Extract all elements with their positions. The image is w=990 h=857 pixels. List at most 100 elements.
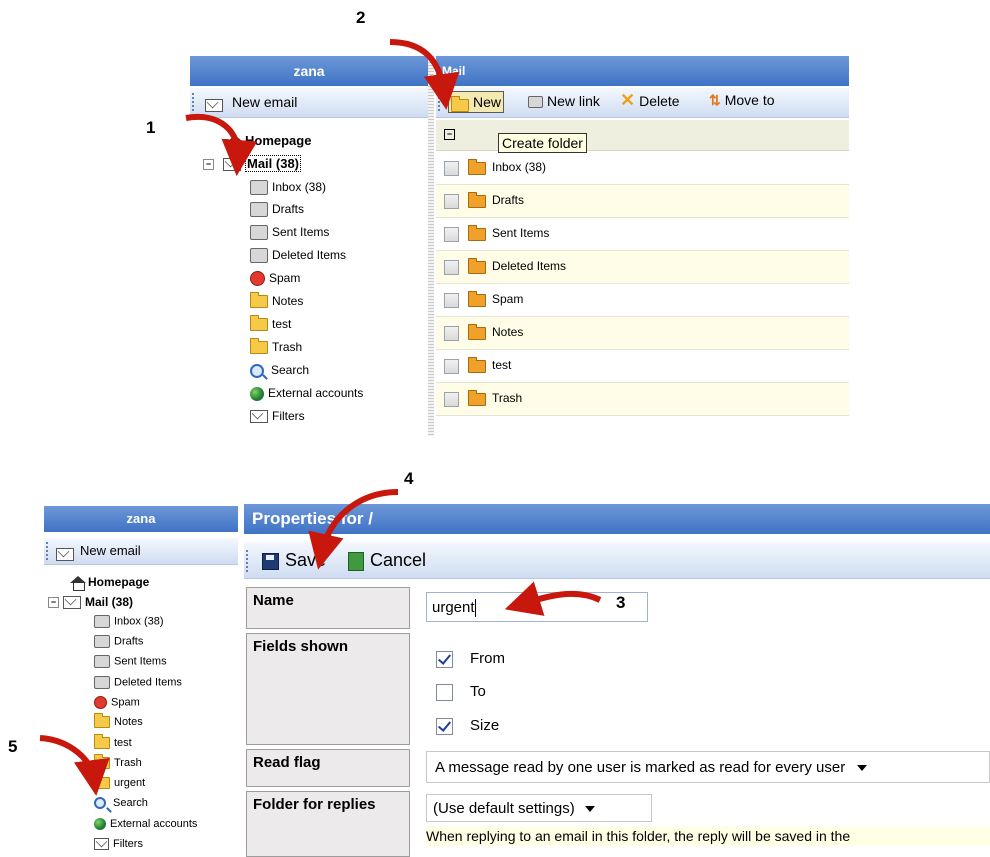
tree-item[interactable]: Deleted Items (250, 248, 346, 264)
folder-row[interactable]: Spam (436, 284, 849, 317)
tree-item[interactable]: Drafts (250, 202, 304, 218)
tree-item[interactable]: External accounts (250, 386, 363, 401)
fields-shown-label: Fields shown (246, 633, 410, 745)
tree-label: Inbox (38) (114, 615, 164, 628)
name-input[interactable]: urgent (426, 592, 648, 622)
tree-label: urgent (114, 777, 146, 789)
row-checkbox[interactable] (444, 161, 459, 176)
collapse-icon[interactable]: − (203, 159, 214, 171)
tree-item[interactable]: External accounts (94, 818, 197, 831)
filters-icon (94, 838, 109, 851)
folder-name[interactable]: Spam (492, 292, 523, 306)
delete-button[interactable]: ✕ Delete (620, 91, 680, 109)
folder-row[interactable]: test (436, 350, 849, 383)
collapse-icon[interactable]: − (48, 597, 59, 609)
checkbox-to[interactable] (436, 683, 453, 701)
folder-name[interactable]: Inbox (38) (492, 160, 546, 174)
new-folder-button[interactable]: New (448, 91, 505, 113)
tree-mail[interactable]: − Mail (38) (48, 595, 134, 610)
splitter[interactable] (428, 56, 434, 436)
replies-hint-text: When replying to an email in this folder… (426, 828, 851, 844)
annotation-2: 2 (356, 8, 366, 27)
row-checkbox[interactable] (444, 392, 459, 407)
folder-row[interactable]: Notes (436, 317, 849, 350)
folder-name[interactable]: Drafts (492, 193, 524, 207)
tree-item[interactable]: Spam (250, 271, 300, 287)
tree-homepage[interactable]: Homepage (70, 575, 149, 591)
tree-item[interactable]: Sent Items (94, 655, 167, 668)
tree-item[interactable]: Search (250, 363, 309, 378)
row-checkbox[interactable] (444, 326, 459, 341)
tree-item[interactable]: Drafts (94, 635, 143, 648)
tree-item[interactable]: Notes (94, 713, 143, 729)
search-icon (94, 797, 106, 810)
tree-mail[interactable]: − Mail (38) (203, 155, 302, 172)
folder-name[interactable]: Trash (492, 391, 522, 405)
read-flag-select[interactable]: A message read by one user is marked as … (426, 751, 990, 783)
folder-name[interactable]: test (492, 358, 511, 372)
save-button[interactable]: Save (262, 550, 326, 571)
tree-mail-label: Mail (38) (85, 595, 134, 609)
tree-item[interactable]: Trash (250, 338, 302, 355)
tree-item[interactable]: Filters (250, 409, 305, 424)
folder-row[interactable]: Inbox (38) (436, 152, 849, 185)
field-to[interactable]: To (436, 683, 486, 701)
row-checkbox[interactable] (444, 260, 459, 275)
sent-items-icon (94, 655, 110, 668)
tree-item[interactable]: test (250, 315, 291, 332)
exit-door-icon (348, 551, 364, 571)
folder-row[interactable]: Drafts (436, 185, 849, 218)
fields-shown-text: Fields shown (253, 638, 349, 655)
folder-icon (468, 324, 486, 340)
spam-icon (94, 696, 107, 709)
field-label: From (470, 650, 505, 667)
tree-item[interactable]: Deleted Items (94, 676, 182, 689)
new-link-label: New link (547, 93, 600, 109)
new-email-button[interactable]: New email (44, 538, 238, 565)
link-icon (528, 96, 543, 109)
replies-select[interactable]: (Use default settings) (426, 794, 652, 822)
tree-item[interactable]: Inbox (38) (94, 615, 164, 628)
tree-item[interactable]: Filters (94, 838, 143, 851)
new-email-icon (56, 548, 74, 562)
select-all-toggle[interactable]: − (444, 129, 455, 140)
tree-item[interactable]: Notes (250, 292, 303, 309)
tree-item-urgent[interactable]: urgent (94, 774, 146, 790)
field-size[interactable]: Size (436, 717, 499, 735)
tree-label: Trash (114, 757, 142, 769)
tree-item[interactable]: Spam (94, 696, 140, 709)
folder-row[interactable]: Deleted Items (436, 251, 849, 284)
sidebar-user: zana (293, 63, 325, 79)
folder-icon (468, 225, 486, 241)
row-checkbox[interactable] (444, 293, 459, 308)
folder-icon (468, 258, 486, 274)
inbox-icon (94, 615, 110, 628)
row-checkbox[interactable] (444, 359, 459, 374)
drafts-icon (250, 202, 268, 218)
folder-name[interactable]: Deleted Items (492, 259, 566, 273)
folder-row[interactable]: Sent Items (436, 218, 849, 251)
folder-name[interactable]: Notes (492, 325, 523, 339)
cancel-button[interactable]: Cancel (348, 550, 426, 571)
move-to-button[interactable]: ⇅ Move to (709, 92, 775, 109)
new-email-label: New email (232, 94, 298, 110)
folder-name[interactable]: Sent Items (492, 226, 549, 240)
tree-item[interactable]: Search (94, 797, 148, 810)
new-link-button[interactable]: New link (528, 93, 600, 109)
field-from[interactable]: From (436, 650, 505, 668)
properties-toolbar: Save Cancel (244, 542, 990, 579)
tree-homepage[interactable]: Homepage (227, 133, 311, 150)
folder-row[interactable]: Trash (436, 383, 849, 416)
row-checkbox[interactable] (444, 227, 459, 242)
tree-item[interactable]: Inbox (38) (250, 180, 326, 196)
name-input-value: urgent (432, 599, 475, 616)
tree-item[interactable]: Sent Items (250, 225, 329, 241)
row-checkbox[interactable] (444, 194, 459, 209)
checkbox-from[interactable] (436, 650, 453, 668)
globe-icon (250, 386, 264, 401)
new-email-button[interactable]: New email (190, 88, 428, 118)
tree-label: Filters (113, 838, 143, 850)
tree-item[interactable]: Trash (94, 754, 142, 770)
checkbox-size[interactable] (436, 717, 453, 735)
tree-item[interactable]: test (94, 734, 132, 750)
